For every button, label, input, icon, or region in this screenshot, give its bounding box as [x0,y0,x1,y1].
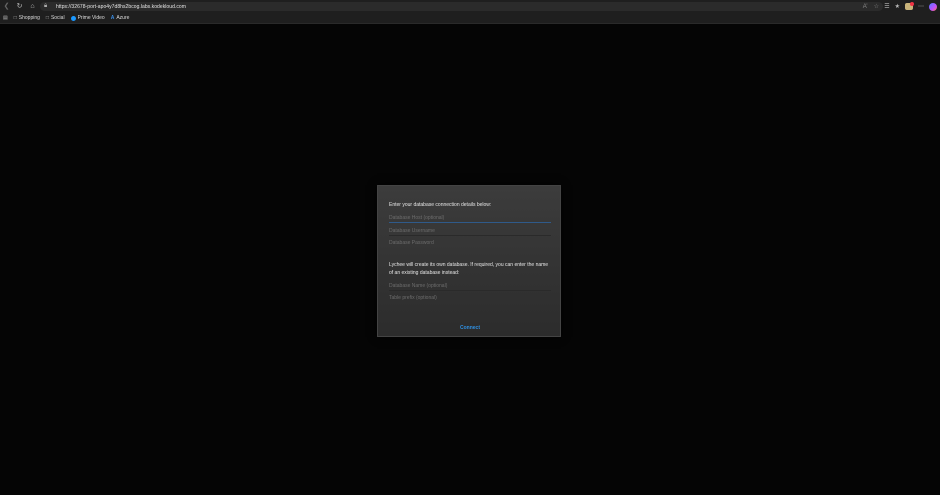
page-content: Enter your database connection details b… [0,25,940,495]
bookmark-social[interactable]: □ Social [46,15,65,21]
refresh-icon[interactable]: ↻ [13,0,26,13]
profile-avatar[interactable] [929,2,937,11]
bookmark-label: Shopping [18,15,40,21]
folder-icon: □ [45,15,49,21]
bookmark-azure[interactable]: A Azure [111,15,130,21]
dialog-note-text: Lychee will create its own database. If … [389,262,549,276]
apps-icon[interactable]: ▤ [3,15,8,21]
bookmark-shopping[interactable]: □ Shopping [14,15,40,21]
address-url[interactable]: https://32678-port-apo4y7d8hs2bcog.labs.… [56,4,186,10]
more-menu-icon[interactable]: ⋯ [918,3,924,10]
database-password-input[interactable] [389,238,551,248]
read-aloud-icon[interactable]: A’ [863,4,868,10]
dialog-intro-text: Enter your database connection details b… [389,202,492,208]
database-host-input[interactable] [389,213,551,223]
extension-icon[interactable] [905,2,914,10]
address-bar-icons: A’ ☆ [863,2,879,11]
address-bar[interactable]: 🔒︎ https://32678-port-apo4y7d8hs2bcog.la… [40,2,883,11]
favorite-star-icon[interactable]: ☆ [874,3,879,10]
bookmarks-bar: ▤ □ Shopping □ Social Prime Video A Azur… [0,13,940,24]
favorites-icon[interactable]: ★ [895,3,900,10]
database-name-input[interactable] [389,281,551,291]
bookmark-label: Prime Video [77,15,105,21]
table-prefix-input[interactable] [389,293,551,303]
prime-video-icon [70,15,76,21]
folder-icon: □ [13,15,17,21]
toolbar-right-icons: ☰ ★ ⋯ [884,0,940,13]
browser-toolbar: ❮ ↻ ⌂ 🔒︎ https://32678-port-apo4y7d8hs2b… [0,0,940,13]
bookmark-prime-video[interactable]: Prime Video [70,15,105,21]
collections-icon[interactable]: ☰ [884,3,889,10]
azure-icon: A [110,15,115,21]
bookmark-label: Social [50,15,65,21]
database-username-input[interactable] [389,226,551,236]
connect-button[interactable]: Connect [378,325,562,331]
database-connection-dialog: Enter your database connection details b… [377,185,561,337]
bookmark-label: Azure [116,15,130,21]
lock-icon[interactable]: 🔒︎ [44,3,52,10]
back-icon[interactable]: ❮ [0,0,13,13]
home-icon[interactable]: ⌂ [26,0,39,13]
